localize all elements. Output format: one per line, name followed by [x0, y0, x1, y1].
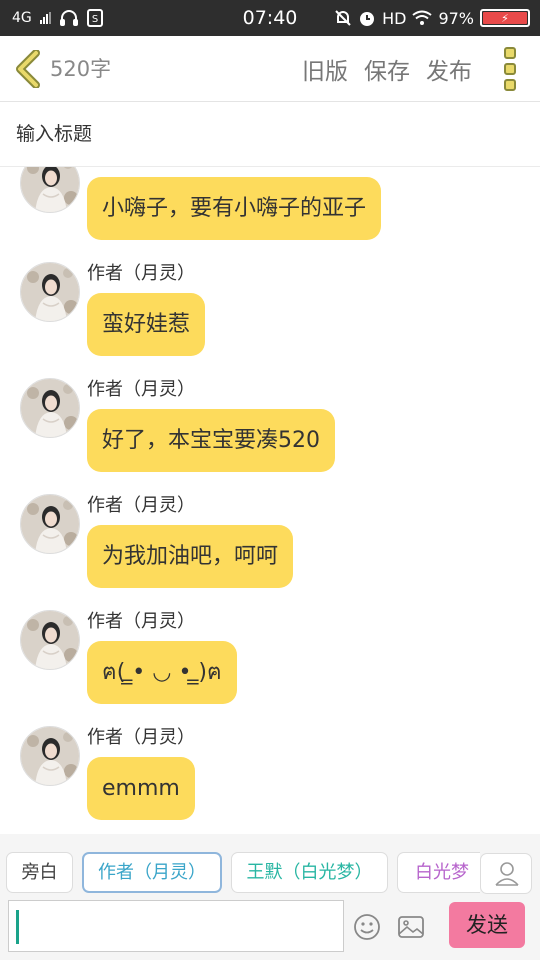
message-bubble[interactable]: ฅ( ̳• ◡ • ̳)ฅ	[87, 641, 237, 704]
publish-button[interactable]: 发布	[426, 52, 472, 86]
message-bubble[interactable]: 小嗨子，要有小嗨子的亚子	[87, 177, 382, 240]
message-bubble[interactable]: 好了，本宝宝要凑520	[87, 409, 335, 472]
more-icon[interactable]	[502, 47, 518, 91]
avatar[interactable]	[20, 726, 80, 786]
wifi-icon	[412, 10, 433, 25]
chip-author[interactable]: 作者（月灵）	[82, 852, 222, 893]
message-input[interactable]	[8, 900, 344, 952]
speaker-name: 作者（月灵）	[87, 727, 195, 748]
image-icon[interactable]	[396, 912, 426, 942]
mute-bell-icon	[335, 10, 351, 26]
composer: 旁白 作者（月灵） 王默（白光梦） 白光梦（ 发送	[0, 834, 540, 960]
speaker-name: 作者（月灵）	[87, 263, 195, 284]
emoji-icon[interactable]	[352, 912, 382, 942]
editor-toolbar: 520字 旧版 保存 发布	[0, 36, 540, 102]
message-bubble[interactable]: 为我加油吧，呵呵	[87, 525, 294, 588]
alarm-icon	[360, 12, 375, 26]
avatar[interactable]	[20, 167, 80, 213]
avatar[interactable]	[20, 262, 80, 322]
avatar[interactable]	[20, 378, 80, 438]
text-caret	[16, 910, 19, 944]
title-field[interactable]: 输入标题	[0, 102, 540, 167]
status-bar: 4G S 07:40 HD 97% ⚡	[0, 0, 540, 36]
save-button[interactable]: 保存	[364, 52, 410, 86]
character-chips[interactable]: 旁白 作者（月灵） 王默（白光梦） 白光梦（	[0, 852, 480, 896]
hd-label: HD	[382, 8, 407, 28]
status-right: HD 97% ⚡	[334, 0, 530, 36]
send-button[interactable]: 发送	[449, 902, 525, 948]
avatar[interactable]	[20, 610, 80, 670]
speaker-name: 作者（月灵）	[87, 495, 195, 516]
user-icon[interactable]	[480, 853, 532, 894]
battery-percent: 97%	[438, 8, 474, 28]
chip-baiguangmeng[interactable]: 白光梦（	[397, 852, 480, 893]
chip-wangmo[interactable]: 王默（白光梦）	[231, 852, 388, 893]
chip-narrator[interactable]: 旁白	[6, 852, 73, 893]
title-placeholder: 输入标题	[16, 123, 93, 145]
battery-icon: ⚡	[480, 9, 530, 27]
message-bubble[interactable]: 蛮好娃惹	[87, 293, 206, 356]
back-icon[interactable]	[12, 50, 44, 88]
old-version-button[interactable]: 旧版	[302, 52, 348, 86]
chat-list[interactable]: 小嗨子，要有小嗨子的亚子 作者（月灵） 蛮好娃惹 作者（月灵） 好了，本宝宝要凑…	[0, 167, 540, 834]
speaker-name: 作者（月灵）	[87, 379, 195, 400]
avatar[interactable]	[20, 494, 80, 554]
message-bubble[interactable]: emmm	[87, 757, 195, 820]
toolbar-actions: 旧版 保存 发布	[302, 36, 472, 102]
speaker-name: 作者（月灵）	[87, 611, 195, 632]
word-count: 520字	[50, 57, 112, 81]
